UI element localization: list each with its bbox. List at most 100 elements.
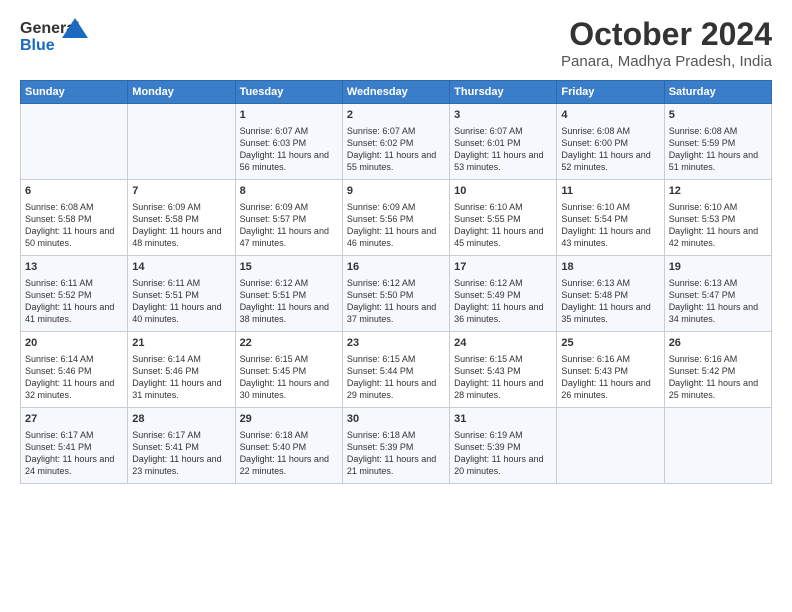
calendar-cell: 1 Sunrise: 6:07 AM Sunset: 6:03 PM Daylig… — [235, 104, 342, 180]
day-number: 20 — [25, 336, 123, 351]
day-info: Sunrise: 6:15 AM Sunset: 5:44 PM Dayligh… — [347, 353, 445, 402]
column-header-thursday: Thursday — [450, 81, 557, 104]
calendar-cell: 28 Sunrise: 6:17 AM Sunset: 5:41 PM Dayli… — [128, 408, 235, 484]
day-number: 9 — [347, 184, 445, 199]
day-number: 23 — [347, 336, 445, 351]
header: GeneralBlue October 2024 Panara, Madhya … — [20, 16, 772, 70]
calendar-cell: 3Sunrise: 6:07 AM Sunset: 6:01 PM Daylig… — [450, 104, 557, 180]
title-block: October 2024 Panara, Madhya Pradesh, Ind… — [561, 16, 772, 70]
calendar-cell: 5 Sunrise: 6:08 AM Sunset: 5:59 PM Daylig… — [664, 104, 771, 180]
day-info: Sunrise: 6:17 AM Sunset: 5:41 PM Dayligh… — [132, 429, 230, 478]
calendar-cell: 27Sunrise: 6:17 AM Sunset: 5:41 PM Dayli… — [21, 408, 128, 484]
calendar-cell: 4Sunrise: 6:08 AM Sunset: 6:00 PM Daylig… — [557, 104, 664, 180]
day-info: Sunrise: 6:12 AM Sunset: 5:51 PM Dayligh… — [240, 277, 338, 326]
header-row: SundayMondayTuesdayWednesdayThursdayFrid… — [21, 81, 772, 104]
logo-icon: GeneralBlue — [20, 16, 90, 56]
calendar-table: SundayMondayTuesdayWednesdayThursdayFrid… — [20, 80, 772, 484]
day-number: 24 — [454, 336, 552, 351]
day-info: Sunrise: 6:19 AM Sunset: 5:39 PM Dayligh… — [454, 429, 552, 478]
calendar-cell: 16 Sunrise: 6:12 AM Sunset: 5:50 PM Dayli… — [342, 256, 449, 332]
week-row-1: 1 Sunrise: 6:07 AM Sunset: 6:03 PM Daylig… — [21, 104, 772, 180]
day-info: Sunrise: 6:15 AM Sunset: 5:45 PM Dayligh… — [240, 353, 338, 402]
week-row-4: 20 Sunrise: 6:14 AM Sunset: 5:46 PM Dayli… — [21, 332, 772, 408]
day-info: Sunrise: 6:15 AM Sunset: 5:43 PM Dayligh… — [454, 353, 552, 402]
day-info: Sunrise: 6:09 AM Sunset: 5:58 PM Dayligh… — [132, 201, 230, 250]
calendar-cell: 10 Sunrise: 6:10 AM Sunset: 5:55 PM Dayli… — [450, 180, 557, 256]
day-info: Sunrise: 6:08 AM Sunset: 6:00 PM Dayligh… — [561, 125, 659, 174]
column-header-sunday: Sunday — [21, 81, 128, 104]
calendar-cell: 19Sunrise: 6:13 AM Sunset: 5:47 PM Dayli… — [664, 256, 771, 332]
calendar-cell: 24 Sunrise: 6:15 AM Sunset: 5:43 PM Dayli… — [450, 332, 557, 408]
column-header-wednesday: Wednesday — [342, 81, 449, 104]
day-info: Sunrise: 6:18 AM Sunset: 5:39 PM Dayligh… — [347, 429, 445, 478]
day-number: 22 — [240, 336, 338, 351]
day-number: 29 — [240, 412, 338, 427]
day-info: Sunrise: 6:09 AM Sunset: 5:56 PM Dayligh… — [347, 201, 445, 250]
day-number: 14 — [132, 260, 230, 275]
calendar-cell: 9 Sunrise: 6:09 AM Sunset: 5:56 PM Daylig… — [342, 180, 449, 256]
calendar-cell: 11 Sunrise: 6:10 AM Sunset: 5:54 PM Dayli… — [557, 180, 664, 256]
day-info: Sunrise: 6:12 AM Sunset: 5:50 PM Dayligh… — [347, 277, 445, 326]
day-number: 13 — [25, 260, 123, 275]
calendar-cell: 21 Sunrise: 6:14 AM Sunset: 5:46 PM Dayli… — [128, 332, 235, 408]
day-info: Sunrise: 6:18 AM Sunset: 5:40 PM Dayligh… — [240, 429, 338, 478]
day-number: 6 — [25, 184, 123, 199]
subtitle: Panara, Madhya Pradesh, India — [561, 53, 772, 70]
day-number: 2 — [347, 108, 445, 123]
logo: GeneralBlue — [20, 16, 90, 56]
calendar-cell — [21, 104, 128, 180]
day-number: 16 — [347, 260, 445, 275]
calendar-cell — [664, 408, 771, 484]
day-number: 17 — [454, 260, 552, 275]
column-header-monday: Monday — [128, 81, 235, 104]
day-number: 31 — [454, 412, 552, 427]
day-number: 7 — [132, 184, 230, 199]
calendar-cell: 20Sunrise: 6:14 AM Sunset: 5:46 PM Dayli… — [21, 332, 128, 408]
calendar-cell: 18Sunrise: 6:13 AM Sunset: 5:48 PM Dayli… — [557, 256, 664, 332]
calendar-cell: 14 Sunrise: 6:11 AM Sunset: 5:51 PM Dayli… — [128, 256, 235, 332]
day-info: Sunrise: 6:10 AM Sunset: 5:54 PM Dayligh… — [561, 201, 659, 250]
column-header-tuesday: Tuesday — [235, 81, 342, 104]
day-info: Sunrise: 6:10 AM Sunset: 5:55 PM Dayligh… — [454, 201, 552, 250]
calendar-cell: 26Sunrise: 6:16 AM Sunset: 5:42 PM Dayli… — [664, 332, 771, 408]
calendar-cell: 7 Sunrise: 6:09 AM Sunset: 5:58 PM Daylig… — [128, 180, 235, 256]
calendar-cell: 15 Sunrise: 6:12 AM Sunset: 5:51 PM Dayli… — [235, 256, 342, 332]
svg-text:Blue: Blue — [20, 37, 55, 54]
day-number: 10 — [454, 184, 552, 199]
calendar-cell — [128, 104, 235, 180]
calendar-cell: 29 Sunrise: 6:18 AM Sunset: 5:40 PM Dayli… — [235, 408, 342, 484]
page: GeneralBlue October 2024 Panara, Madhya … — [0, 0, 792, 612]
column-header-saturday: Saturday — [664, 81, 771, 104]
day-number: 21 — [132, 336, 230, 351]
day-number: 5 — [669, 108, 767, 123]
day-info: Sunrise: 6:11 AM Sunset: 5:52 PM Dayligh… — [25, 277, 123, 326]
day-info: Sunrise: 6:10 AM Sunset: 5:53 PM Dayligh… — [669, 201, 767, 250]
day-info: Sunrise: 6:11 AM Sunset: 5:51 PM Dayligh… — [132, 277, 230, 326]
day-info: Sunrise: 6:13 AM Sunset: 5:48 PM Dayligh… — [561, 277, 659, 326]
day-number: 25 — [561, 336, 659, 351]
calendar-cell: 22 Sunrise: 6:15 AM Sunset: 5:45 PM Dayli… — [235, 332, 342, 408]
day-info: Sunrise: 6:14 AM Sunset: 5:46 PM Dayligh… — [132, 353, 230, 402]
calendar-cell: 17 Sunrise: 6:12 AM Sunset: 5:49 PM Dayli… — [450, 256, 557, 332]
day-info: Sunrise: 6:13 AM Sunset: 5:47 PM Dayligh… — [669, 277, 767, 326]
day-number: 11 — [561, 184, 659, 199]
calendar-cell: 2Sunrise: 6:07 AM Sunset: 6:02 PM Daylig… — [342, 104, 449, 180]
day-info: Sunrise: 6:08 AM Sunset: 5:58 PM Dayligh… — [25, 201, 123, 250]
day-info: Sunrise: 6:12 AM Sunset: 5:49 PM Dayligh… — [454, 277, 552, 326]
day-number: 8 — [240, 184, 338, 199]
calendar-cell: 12Sunrise: 6:10 AM Sunset: 5:53 PM Dayli… — [664, 180, 771, 256]
calendar-cell: 6 Sunrise: 6:08 AM Sunset: 5:58 PM Daylig… — [21, 180, 128, 256]
calendar-cell: 31 Sunrise: 6:19 AM Sunset: 5:39 PM Dayli… — [450, 408, 557, 484]
day-info: Sunrise: 6:17 AM Sunset: 5:41 PM Dayligh… — [25, 429, 123, 478]
day-info: Sunrise: 6:07 AM Sunset: 6:03 PM Dayligh… — [240, 125, 338, 174]
calendar-cell — [557, 408, 664, 484]
day-number: 1 — [240, 108, 338, 123]
calendar-cell: 23 Sunrise: 6:15 AM Sunset: 5:44 PM Dayli… — [342, 332, 449, 408]
day-number: 15 — [240, 260, 338, 275]
day-info: Sunrise: 6:16 AM Sunset: 5:43 PM Dayligh… — [561, 353, 659, 402]
day-number: 28 — [132, 412, 230, 427]
day-info: Sunrise: 6:08 AM Sunset: 5:59 PM Dayligh… — [669, 125, 767, 174]
week-row-3: 13 Sunrise: 6:11 AM Sunset: 5:52 PM Dayli… — [21, 256, 772, 332]
day-info: Sunrise: 6:07 AM Sunset: 6:01 PM Dayligh… — [454, 125, 552, 174]
column-header-friday: Friday — [557, 81, 664, 104]
